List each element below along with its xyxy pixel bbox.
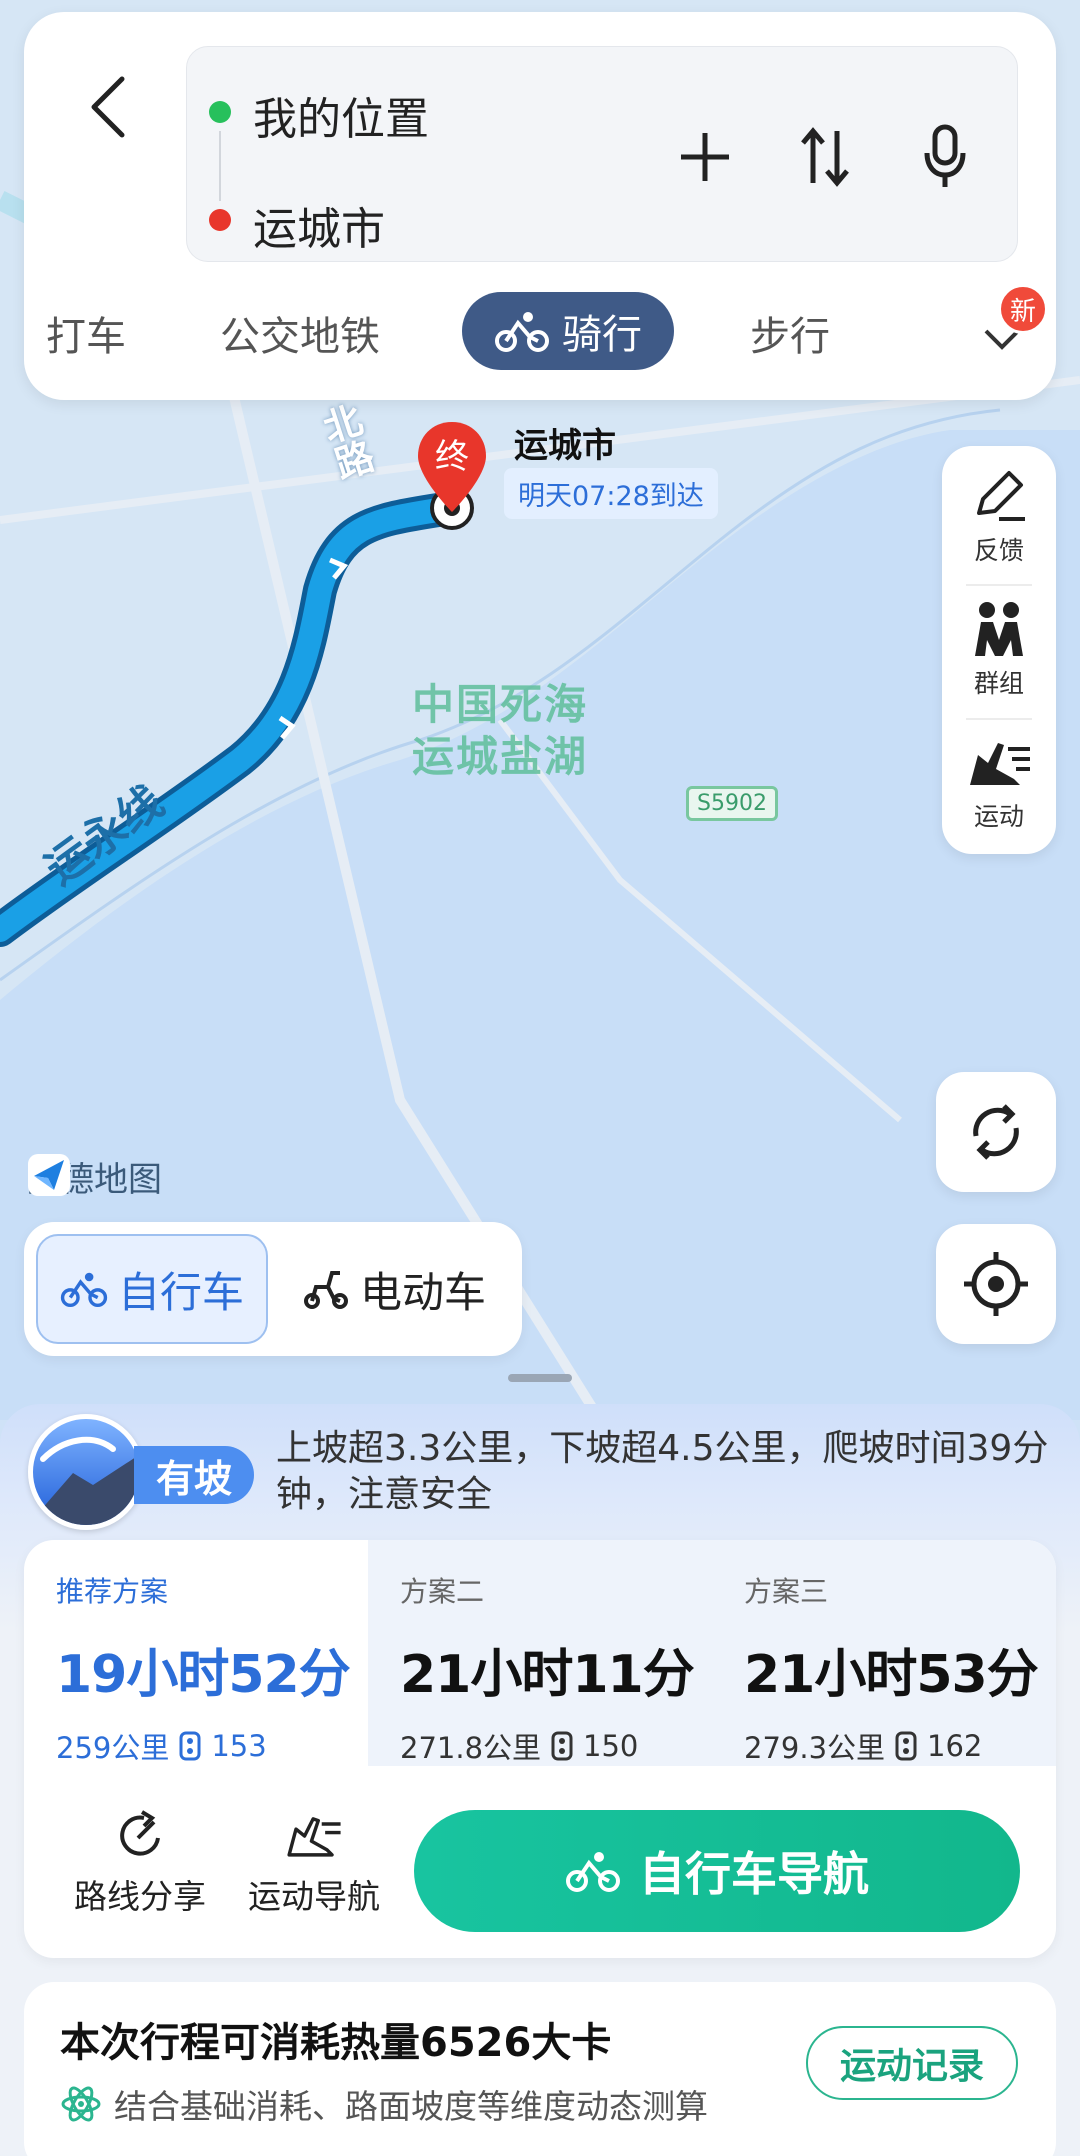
calorie-card: 本次行程可消耗热量6526大卡 结合基础消耗、路面坡度等维度动态测算 运动记录	[24, 1982, 1056, 2156]
swap-route-button[interactable]	[793, 117, 857, 197]
route-plan-2[interactable]: 方案二 21小时11分 271.8公里 150	[400, 1570, 740, 1767]
pencil-icon	[977, 471, 1025, 521]
plan-duration: 19小时52分	[56, 1645, 351, 1705]
plan-distance: 259公里	[56, 1731, 170, 1765]
share-icon	[120, 1810, 160, 1856]
calorie-title: 本次行程可消耗热量6526大卡	[60, 2020, 612, 2066]
route-input-box: 我的位置 运城市	[186, 46, 1018, 262]
end-marker[interactable]: 终	[416, 420, 488, 530]
share-route-label: 路线分享	[74, 1877, 206, 1916]
tab-taxi[interactable]: 打车	[46, 304, 126, 362]
ebike-option-label: 电动车	[360, 1267, 487, 1317]
feedback-button[interactable]: 反馈	[942, 454, 1056, 582]
plan-lights: 150	[583, 1729, 639, 1763]
sport-button[interactable]: 运动	[942, 720, 1056, 848]
tab-cycling-label: 骑行	[562, 312, 642, 358]
slope-warning: 有坡 上坡超3.3公里，下坡超4.5公里，爬坡时间39分钟，注意安全	[24, 1414, 1064, 1534]
swap-arrows-icon	[801, 127, 849, 187]
bicycle-option-label: 自行车	[117, 1267, 244, 1317]
travel-mode-tabs: 打车 公交地铁 骑行 步行 新	[24, 284, 1056, 382]
back-button[interactable]	[68, 62, 148, 152]
locate-target-icon	[964, 1252, 1028, 1316]
route-plan-3[interactable]: 方案三 21小时53分 279.3公里 162	[744, 1570, 1080, 1767]
destination-field[interactable]: 运城市	[253, 193, 385, 257]
slope-badge: 有坡	[134, 1446, 255, 1504]
group-label: 群组	[973, 669, 1024, 698]
add-waypoint-button[interactable]	[673, 117, 737, 197]
plan-label: 推荐方案	[56, 1575, 169, 1608]
refresh-route-button[interactable]	[936, 1072, 1056, 1192]
mountain-icon	[28, 1414, 144, 1530]
bicycle-icon	[566, 1852, 620, 1892]
plan-distance: 271.8公里	[400, 1731, 542, 1765]
sheet-drag-handle[interactable]	[508, 1374, 572, 1382]
vehicle-type-toggle: 自行车 电动车	[24, 1222, 522, 1356]
plan-label: 方案二	[400, 1575, 485, 1608]
ebike-option[interactable]: 电动车	[302, 1234, 486, 1344]
bicycle-navigation-button[interactable]: 自行车导航	[414, 1810, 1020, 1932]
destination-eta: 明天07:28到达	[504, 468, 718, 519]
origin-field[interactable]: 我的位置	[253, 83, 429, 147]
traffic-light-icon	[179, 1731, 201, 1761]
plan-lights: 153	[211, 1729, 267, 1763]
feedback-label: 反馈	[973, 536, 1024, 565]
lake-label-line1: 中国死海	[412, 680, 589, 729]
sneaker-icon	[287, 1817, 341, 1857]
sport-nav-button[interactable]: 运动导航	[234, 1810, 394, 1918]
refresh-icon	[973, 1104, 1019, 1160]
traffic-light-icon	[895, 1731, 917, 1761]
route-plan-recommended[interactable]: 推荐方案 19小时52分 259公里 153	[56, 1570, 396, 1767]
group-icon	[975, 602, 1023, 656]
sneaker-icon	[970, 743, 1030, 785]
amap-watermark: 高德地图	[26, 1152, 162, 1201]
road-shield: S5902	[686, 786, 778, 821]
plan-meta: 259公里 153	[56, 1725, 396, 1767]
end-marker-text: 终	[435, 437, 469, 477]
sport-nav-label: 运动导航	[248, 1877, 380, 1916]
calorie-subtitle-text: 结合基础消耗、路面坡度等维度动态测算	[114, 2087, 708, 2126]
voice-input-button[interactable]	[913, 117, 977, 197]
destination-dot-icon	[209, 209, 231, 231]
plan-lights: 162	[927, 1729, 983, 1763]
calorie-subtitle: 结合基础消耗、路面坡度等维度动态测算	[60, 2080, 708, 2128]
origin-dot-icon	[209, 101, 231, 123]
slope-description: 上坡超3.3公里，下坡超4.5公里，爬坡时间39分钟，注意安全	[276, 1428, 1049, 1515]
locate-me-button[interactable]	[936, 1224, 1056, 1344]
share-route-button[interactable]: 路线分享	[60, 1810, 220, 1918]
scooter-icon	[304, 1271, 348, 1309]
traffic-light-icon	[551, 1731, 573, 1761]
lake-label-line2: 运城盐湖	[412, 732, 589, 781]
route-search-panel: 我的位置 运城市 打车 公交地铁 骑行 步行 新	[24, 12, 1056, 400]
route-connector	[219, 131, 221, 201]
tab-cycling[interactable]: 骑行	[462, 292, 674, 370]
destination-title: 运城市	[514, 426, 616, 466]
tab-walking[interactable]: 步行	[750, 304, 830, 362]
plan-label: 方案三	[744, 1575, 829, 1608]
new-badge: 新	[998, 284, 1048, 334]
group-button[interactable]: 群组	[942, 586, 1056, 714]
plan-duration: 21小时11分	[400, 1645, 695, 1705]
plus-icon	[681, 133, 729, 181]
tab-transit[interactable]: 公交地铁	[220, 304, 380, 362]
bicycle-navigation-label: 自行车导航	[639, 1847, 869, 1901]
amap-logo-icon	[28, 1154, 70, 1196]
bicycle-icon	[60, 1272, 108, 1307]
map-side-toolbar: 反馈 群组 运动	[942, 446, 1056, 854]
plan-duration: 21小时53分	[744, 1645, 1039, 1705]
bicycle-icon	[495, 312, 549, 352]
plan-meta: 271.8公里 150	[400, 1725, 740, 1767]
plan-distance: 279.3公里	[744, 1731, 886, 1765]
chevron-left-icon	[91, 76, 125, 138]
atom-icon	[61, 2086, 101, 2122]
microphone-icon	[924, 124, 966, 187]
bicycle-option[interactable]: 自行车	[36, 1234, 268, 1344]
sport-label: 运动	[973, 802, 1024, 831]
route-plans-card: 推荐方案 19小时52分 259公里 153 方案二 21小时11分 271.8…	[24, 1540, 1056, 1958]
plan-meta: 279.3公里 162	[744, 1725, 1080, 1767]
sport-record-button[interactable]: 运动记录	[806, 2026, 1018, 2100]
